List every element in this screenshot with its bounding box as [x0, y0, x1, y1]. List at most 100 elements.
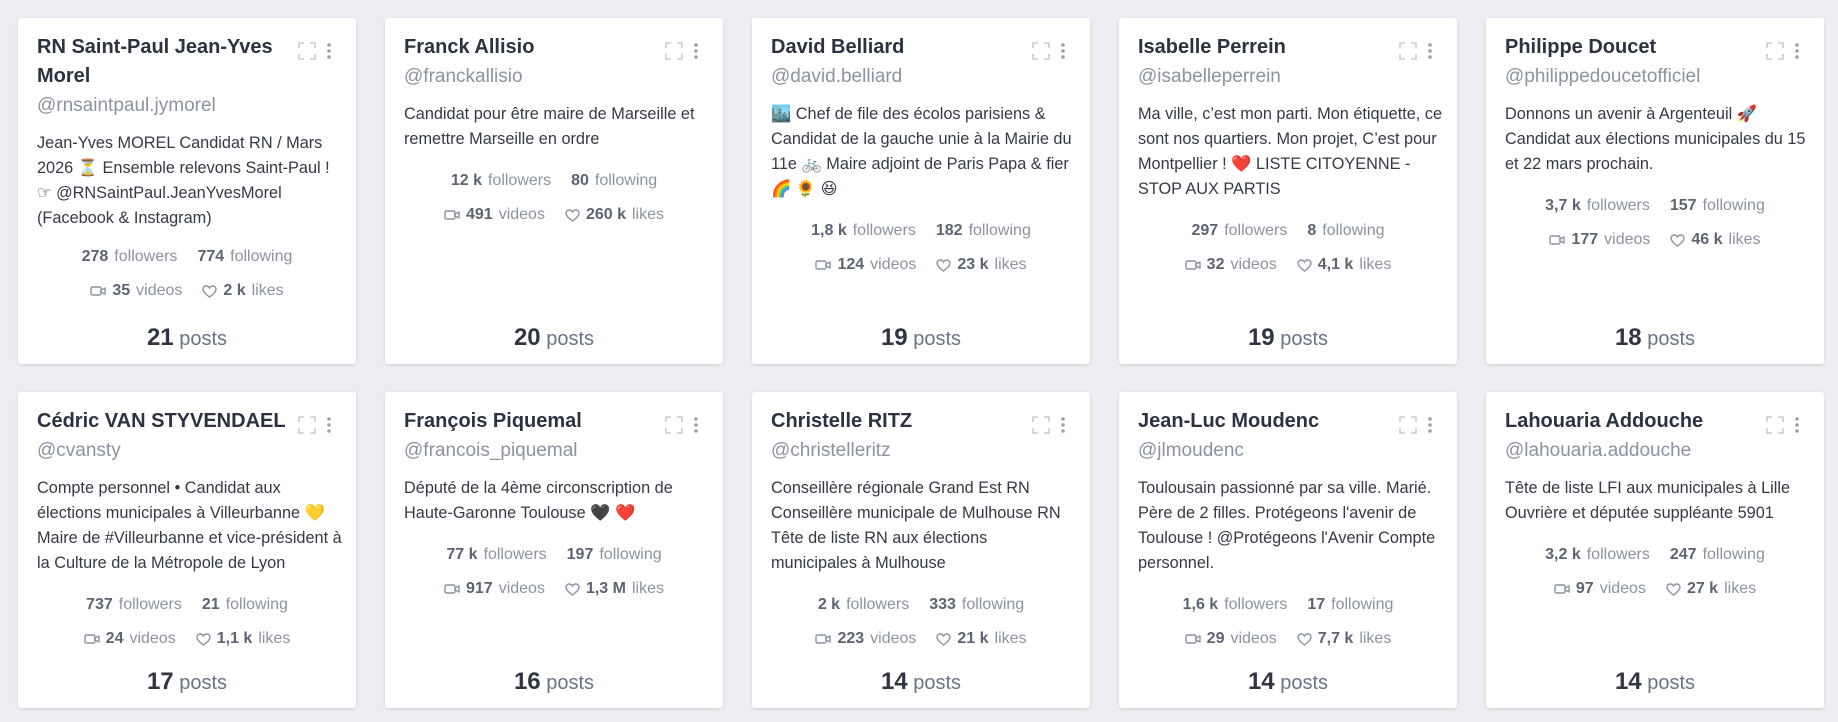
profile-name-text: Philippe Doucet [1505, 36, 1657, 58]
expand-icon[interactable] [665, 416, 683, 434]
profile-name-text: Isabelle Perrein [1138, 36, 1286, 58]
more-options-icon[interactable] [1427, 42, 1433, 60]
posts-count[interactable]: 20 posts [385, 324, 723, 352]
profile-handle[interactable]: @lahouaria.addouche [1505, 436, 1755, 465]
more-options-icon[interactable] [1060, 416, 1066, 434]
posts-count[interactable]: 17 posts [18, 668, 356, 696]
videos-count: 97 [1575, 580, 1594, 597]
posts-count[interactable]: 14 posts [1486, 668, 1824, 696]
profile-card[interactable]: Cédric VAN STYVENDAEL @cvansty Compte pers… [18, 392, 356, 708]
profile-handle[interactable]: @cvansty [37, 436, 287, 465]
profile-name[interactable]: Lahouaria Addouche @lahouaria.addouche [1505, 407, 1755, 465]
more-options-icon[interactable] [693, 416, 699, 434]
profile-handle[interactable]: @jlmoudenc [1138, 436, 1388, 465]
followers-stat: 737 followers [86, 596, 182, 614]
profile-bio: 🏙️ Chef de file des écolos parisiens & C… [771, 105, 1072, 198]
profile-card[interactable]: David Belliard @david.belliard 🏙️ Chef de … [752, 18, 1090, 364]
videos-stat: 32 videos [1184, 256, 1277, 274]
posts-count[interactable]: 19 posts [1119, 324, 1457, 352]
profile-handle[interactable]: @david.belliard [771, 62, 1021, 91]
profile-card[interactable]: Lahouaria Addouche @lahouaria.addouche Têt… [1486, 392, 1824, 708]
profile-name[interactable]: Franck Allisio @franckallisio [404, 33, 654, 91]
profile-card[interactable]: Franck Allisio @franckallisio Candidat pou… [385, 18, 723, 364]
profile-handle[interactable]: @christelleritz [771, 436, 1021, 465]
more-options-icon[interactable] [693, 42, 699, 60]
expand-icon[interactable] [665, 42, 683, 60]
card-actions [1766, 42, 1800, 60]
profile-stats: 3,2 k followers 247 following 97 videos 27 k li… [1486, 538, 1824, 606]
more-options-icon[interactable] [1427, 416, 1433, 434]
expand-icon[interactable] [1399, 416, 1417, 434]
expand-icon[interactable] [298, 42, 316, 60]
profile-name[interactable]: François Piquemal @francois_piquemal [404, 407, 654, 465]
heart-icon [1297, 632, 1312, 646]
profile-stats: 2 k followers 333 following 223 videos 21 k lik… [752, 588, 1090, 656]
profile-card[interactable]: Jean-Luc Moudenc @jlmoudenc Toulousain pas… [1119, 392, 1457, 708]
posts-count[interactable]: 21 posts [18, 324, 356, 352]
more-options-icon[interactable] [1794, 416, 1800, 434]
profile-bio: Donnons un avenir à Argenteuil 🚀 Candida… [1505, 105, 1806, 173]
profile-name[interactable]: Cédric VAN STYVENDAEL @cvansty [37, 407, 287, 465]
video-camera-icon [1554, 583, 1570, 595]
profile-bio: Jean-Yves MOREL Candidat RN / Mars 2026 … [37, 134, 330, 227]
more-options-icon[interactable] [326, 42, 332, 60]
profile-handle[interactable]: @francois_piquemal [404, 436, 654, 465]
profile-bio: Conseillère régionale Grand Est RN Conse… [771, 479, 1061, 572]
profile-card[interactable]: RN Saint-Paul Jean-Yves Morel @rnsaintpau… [18, 18, 356, 364]
video-camera-icon [83, 633, 100, 645]
profile-name[interactable]: Christelle RITZ @christelleritz [771, 407, 1021, 465]
card-actions [298, 416, 332, 434]
likes-count: 23 k [957, 256, 989, 273]
profile-handle[interactable]: @isabelleperrein [1138, 62, 1388, 91]
profile-handle[interactable]: @franckallisio [404, 62, 654, 91]
followers-count: 12 k [450, 172, 482, 189]
more-options-icon[interactable] [1060, 42, 1066, 60]
expand-icon[interactable] [1766, 416, 1784, 434]
posts-count[interactable]: 19 posts [752, 324, 1090, 352]
profile-card[interactable]: Isabelle Perrein @isabelleperrein Ma ville… [1119, 18, 1457, 364]
followers-label: followers [487, 172, 552, 189]
likes-stat: 4,1 k likes [1297, 256, 1391, 274]
followers-count: 278 [81, 248, 109, 265]
followers-label: followers [114, 248, 178, 265]
profile-name[interactable]: David Belliard @david.belliard [771, 33, 1021, 91]
profile-name[interactable]: Isabelle Perrein @isabelleperrein [1138, 33, 1388, 91]
profile-bio: Tête de liste LFI aux municipales à Lill… [1505, 479, 1791, 522]
followers-label: followers [852, 222, 916, 239]
profile-name[interactable]: Jean-Luc Moudenc @jlmoudenc [1138, 407, 1388, 465]
followers-stat: 297 followers [1191, 222, 1287, 240]
posts-count[interactable]: 16 posts [385, 668, 723, 696]
profile-bio: Toulousain passionné par sa ville. Marié… [1138, 479, 1436, 572]
posts-count[interactable]: 18 posts [1486, 324, 1824, 352]
expand-icon[interactable] [1399, 42, 1417, 60]
profile-handle[interactable]: @philippedoucetofficiel [1505, 62, 1755, 91]
profile-handle[interactable]: @rnsaintpaul.jymorel [37, 91, 287, 120]
profile-name[interactable]: RN Saint-Paul Jean-Yves Morel @rnsaintpau… [37, 33, 287, 120]
expand-icon[interactable] [298, 416, 316, 434]
following-count: 8 [1307, 222, 1317, 239]
more-options-icon[interactable] [326, 416, 332, 434]
posts-count[interactable]: 14 posts [752, 668, 1090, 696]
videos-label: videos [870, 630, 917, 647]
expand-icon[interactable] [1032, 416, 1050, 434]
likes-count: 4,1 k [1317, 256, 1354, 273]
following-count: 80 [571, 172, 589, 189]
following-stat: 21 following [202, 596, 288, 614]
card-actions [665, 42, 699, 60]
video-camera-icon [1549, 234, 1566, 246]
likes-count: 1,3 M [585, 580, 626, 597]
videos-stat: 24 videos [83, 630, 176, 648]
profile-name[interactable]: Philippe Doucet @philippedoucetofficiel [1505, 33, 1755, 91]
followers-label: followers [483, 546, 547, 563]
profile-card[interactable]: Philippe Doucet @philippedoucetofficiel Do… [1486, 18, 1824, 364]
expand-icon[interactable] [1032, 42, 1050, 60]
posts-count[interactable]: 14 posts [1119, 668, 1457, 696]
expand-icon[interactable] [1766, 42, 1784, 60]
more-options-icon[interactable] [1794, 42, 1800, 60]
videos-label: videos [1230, 256, 1277, 273]
following-stat: 17 following [1307, 596, 1393, 614]
followers-stat: 278 followers [82, 248, 178, 266]
profile-card[interactable]: Christelle RITZ @christelleritz Conseillèr… [752, 392, 1090, 708]
profile-card[interactable]: François Piquemal @francois_piquemal Déput… [385, 392, 723, 708]
videos-count: 491 [465, 206, 493, 223]
